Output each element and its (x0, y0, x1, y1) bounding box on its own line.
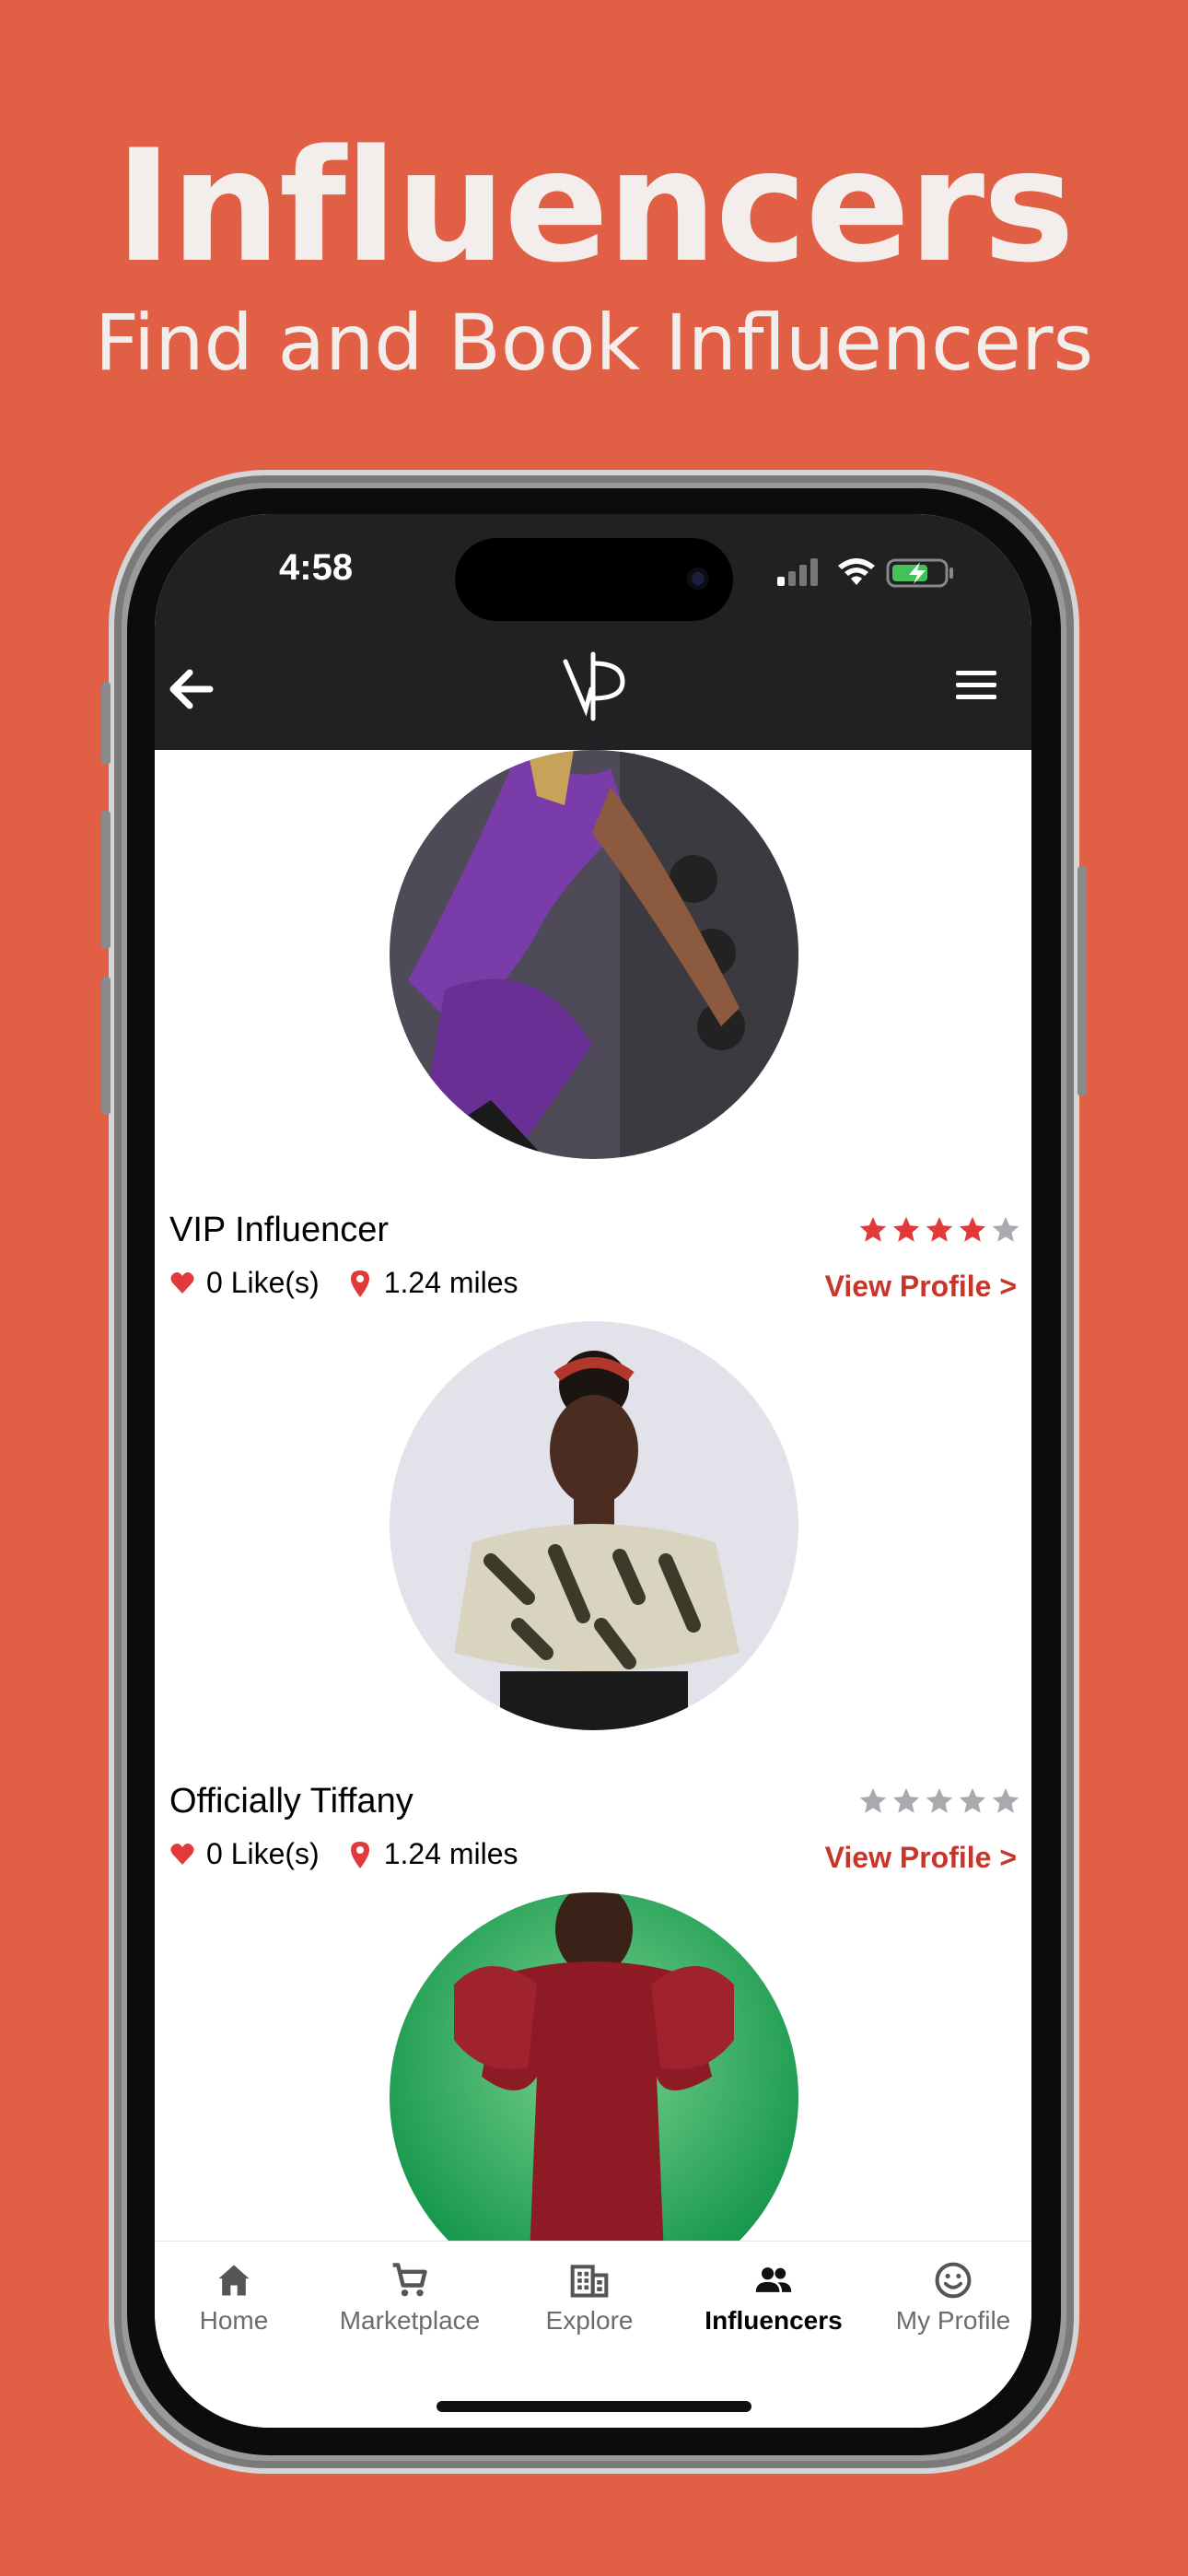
influencer-meta: 0 Like(s) 1.24 miles (169, 1837, 518, 1871)
influencer-list[interactable]: VIP Influencer 0 Like(s) 1.24 miles View… (155, 750, 1031, 2399)
tab-label: Home (199, 2306, 269, 2335)
avatar-photo (390, 1321, 798, 1730)
promo-subtitle: Find and Book Influencers (94, 298, 1094, 388)
home-icon (218, 2265, 250, 2296)
view-profile-link[interactable]: View Profile > (825, 1841, 1017, 1875)
influencer-avatar[interactable] (390, 750, 798, 1159)
app-logo[interactable] (538, 643, 648, 726)
likes-count: 0 Like(s) (206, 1266, 320, 1299)
promo-title: Influencers (114, 116, 1075, 297)
app-header: 4:58 (155, 514, 1031, 750)
location-pin-icon (350, 1841, 369, 1868)
star-icon (926, 1216, 953, 1242)
influencer-avatar[interactable] (390, 1321, 798, 1730)
battery-icon (886, 558, 953, 588)
rating-stars (857, 1786, 1023, 1817)
building-icon (570, 2265, 609, 2298)
hamburger-menu-icon[interactable] (956, 669, 996, 702)
tab-label: Marketplace (339, 2306, 481, 2335)
star-icon (992, 1216, 1019, 1242)
status-icons (777, 558, 953, 588)
tab-explore[interactable]: Explore (507, 2260, 672, 2343)
rating-stars (857, 1214, 1023, 1246)
star-icon (859, 1216, 887, 1242)
home-indicator[interactable] (437, 2401, 751, 2412)
tab-influencers[interactable]: Influencers (672, 2260, 875, 2343)
tab-home[interactable]: Home (155, 2260, 313, 2343)
front-camera (687, 568, 709, 590)
likes-count: 0 Like(s) (206, 1837, 320, 1870)
location-pin-icon (350, 1270, 369, 1297)
signal-icon (777, 558, 818, 586)
star-icon (959, 1216, 986, 1242)
wifi-icon (838, 558, 875, 585)
star-icon (892, 1216, 920, 1242)
star-icon (859, 1787, 887, 1813)
bottom-tab-bar: Home Marketplace Explore Influencers My … (155, 2241, 1031, 2428)
tab-marketplace[interactable]: Marketplace (313, 2260, 507, 2343)
heart-icon (170, 1271, 194, 1294)
distance: 1.24 miles (383, 1266, 518, 1299)
distance: 1.24 miles (383, 1837, 518, 1870)
tab-label: My Profile (895, 2306, 1011, 2335)
star-icon (959, 1787, 986, 1813)
influencer-card[interactable]: Officially Tiffany 0 Like(s) 1.24 miles … (155, 1321, 1031, 1892)
tab-my-profile[interactable]: My Profile (875, 2260, 1031, 2343)
heart-icon (170, 1843, 194, 1865)
tab-label: Explore (545, 2306, 634, 2335)
tab-label: Influencers (705, 2306, 843, 2335)
view-profile-link[interactable]: View Profile > (825, 1270, 1017, 1304)
influencer-name: Officially Tiffany (169, 1782, 413, 1821)
phone-volume-up (101, 811, 111, 949)
back-arrow-icon[interactable] (166, 662, 221, 717)
cart-icon (392, 2263, 427, 2297)
status-time: 4:58 (279, 547, 354, 588)
influencer-name: VIP Influencer (169, 1211, 390, 1249)
star-icon (992, 1787, 1019, 1813)
avatar-photo (390, 750, 798, 1159)
app-screen: 4:58 VIP Influencer 0 Like(s) 1.24 miles… (155, 514, 1031, 2428)
phone-silent-switch (101, 682, 111, 765)
vp-logo-icon (563, 651, 625, 721)
influencer-card[interactable]: VIP Influencer 0 Like(s) 1.24 miles View… (155, 750, 1031, 1321)
star-icon (892, 1787, 920, 1813)
star-icon (926, 1787, 953, 1813)
phone-volume-down (101, 977, 111, 1115)
smiley-icon (935, 2262, 972, 2299)
influencer-meta: 0 Like(s) 1.24 miles (169, 1266, 518, 1300)
people-icon (755, 2267, 792, 2292)
phone-power-button (1077, 866, 1087, 1096)
